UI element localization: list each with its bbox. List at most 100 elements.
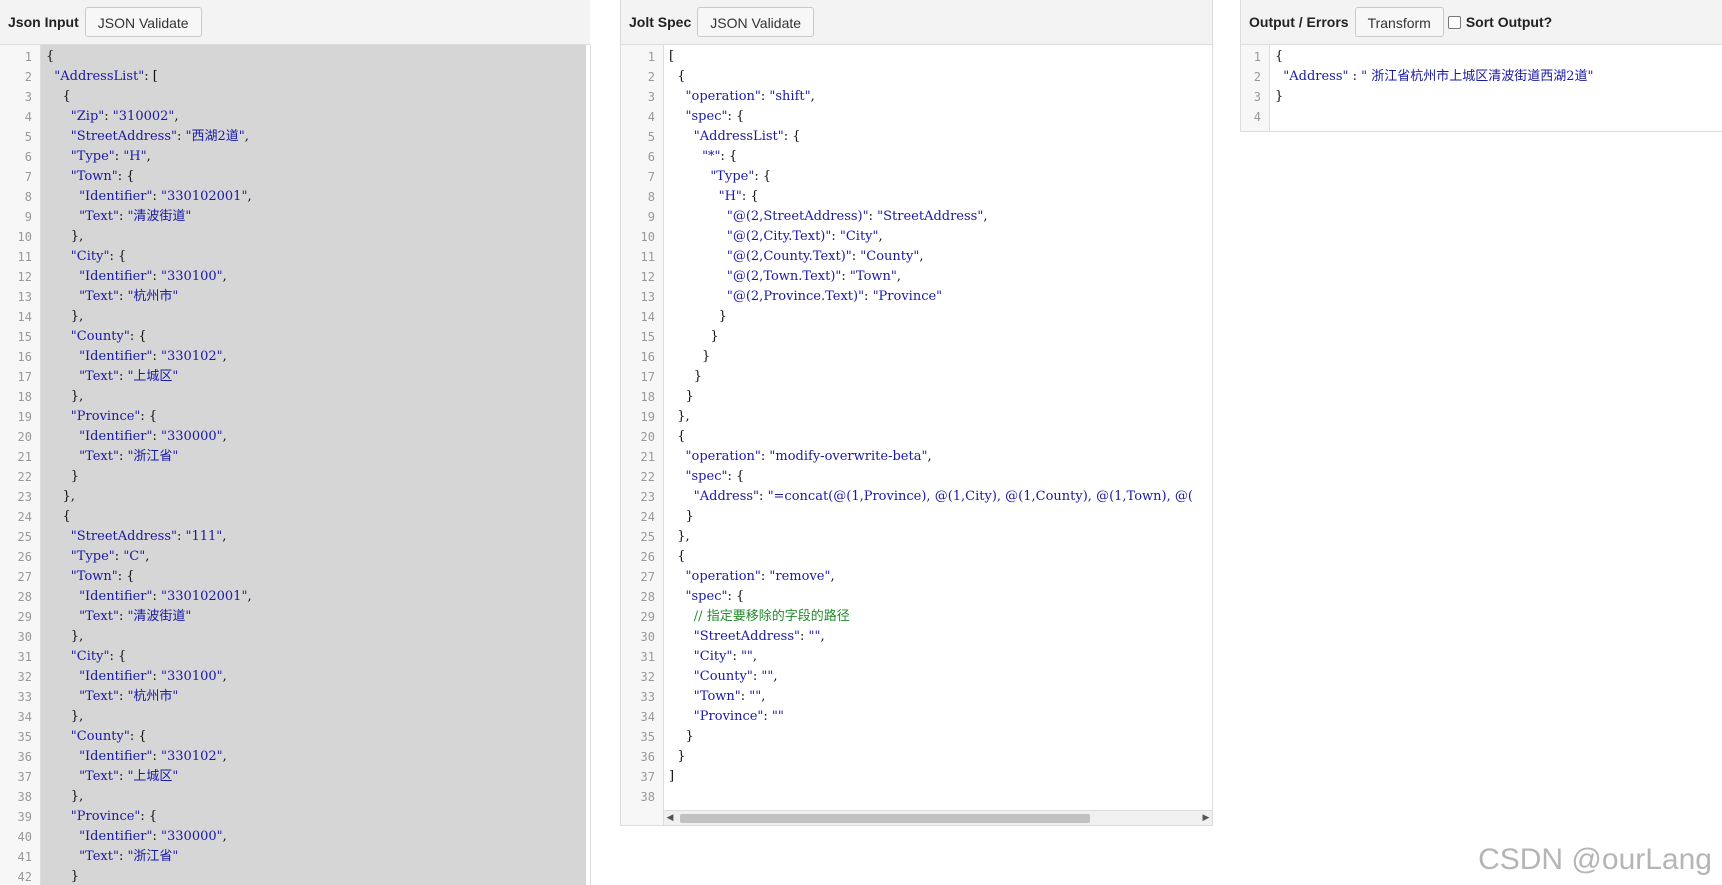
code-line: 42 } <box>0 867 590 885</box>
code-text: "Address": "=concat(@(1,Province), @(1,C… <box>693 489 1193 504</box>
code-text: "Town": "", <box>693 689 766 704</box>
code-line: 38 }, <box>0 787 590 807</box>
code-text: }, <box>669 529 690 544</box>
code-text: "Address" : " 浙江省杭州市上城区清波街道西湖2道" <box>1283 69 1594 84</box>
output-panel-header: Output / Errors Transform Sort Output? <box>1240 0 1722 45</box>
sort-output-checkbox[interactable] <box>1447 15 1461 29</box>
code-text: { <box>46 49 55 64</box>
code-line: 31 "City": { <box>0 647 590 667</box>
scroll-left-arrow-icon[interactable]: ◀ <box>664 811 676 825</box>
code-text: } <box>669 509 694 524</box>
line-number: 14 <box>17 310 32 324</box>
code-text: "Identifier": "330000", <box>79 429 227 444</box>
code-line: 35 } <box>621 727 1212 747</box>
line-number: 2 <box>24 70 32 84</box>
line-number: 20 <box>17 430 32 444</box>
code-text: "Identifier": "330100", <box>79 669 227 684</box>
line-number: 7 <box>24 170 32 184</box>
code-text: }, <box>46 309 84 324</box>
code-text: "County": "", <box>693 669 778 684</box>
code-text: "@(2,StreetAddress)": "StreetAddress", <box>726 209 988 224</box>
spec-panel-title: Jolt Spec <box>629 14 692 30</box>
spec-horizontal-scrollbar[interactable]: ◀ ▶ <box>664 810 1212 825</box>
code-line: 9 "@(2,StreetAddress)": "StreetAddress", <box>621 207 1212 227</box>
scrollbar-thumb[interactable] <box>680 814 1090 823</box>
code-line: 37 "Text": "上城区" <box>0 767 590 787</box>
code-text: "operation": "remove", <box>685 569 835 584</box>
code-text: "City": { <box>70 249 127 264</box>
code-line: 23 }, <box>0 487 590 507</box>
code-line: 27 "Town": { <box>0 567 590 587</box>
line-number: 29 <box>17 610 32 624</box>
line-number: 37 <box>17 770 32 784</box>
code-line: 19 "Province": { <box>0 407 590 427</box>
code-text: } <box>46 869 80 884</box>
line-number: 28 <box>640 590 655 604</box>
code-text: "City": "", <box>693 649 758 664</box>
code-text: } <box>669 309 727 324</box>
code-line: 2 "AddressList": [ <box>0 67 590 87</box>
line-number: 32 <box>17 670 32 684</box>
code-line: 25 }, <box>621 527 1212 547</box>
line-number: 4 <box>647 110 655 124</box>
code-text: "Text": "上城区" <box>79 769 179 784</box>
code-line: 13 "@(2,Province.Text)": "Province" <box>621 287 1212 307</box>
transform-button[interactable]: Transform <box>1354 7 1444 37</box>
line-number: 39 <box>17 810 32 824</box>
input-json-validate-button[interactable]: JSON Validate <box>84 7 202 37</box>
code-text: "StreetAddress": "111", <box>70 529 227 544</box>
spec-json-validate-button[interactable]: JSON Validate <box>697 7 815 37</box>
code-line: 6 "Type": "H", <box>0 147 590 167</box>
line-number: 11 <box>640 250 655 264</box>
code-line: 7 "Town": { <box>0 167 590 187</box>
code-text: "Type": "C", <box>70 549 150 564</box>
sort-output-option[interactable]: Sort Output? <box>1447 14 1552 30</box>
json-input-editor[interactable]: 1{2 "AddressList": [3 {4 "Zip": "310002"… <box>0 45 591 885</box>
line-number: 30 <box>640 630 655 644</box>
scroll-right-arrow-icon[interactable]: ▶ <box>1200 811 1212 825</box>
code-line: 20 { <box>621 427 1212 447</box>
code-line: 4 <box>1241 107 1722 127</box>
line-number: 25 <box>17 530 32 544</box>
line-number: 40 <box>17 830 32 844</box>
code-text: "Text": "杭州市" <box>79 689 179 704</box>
code-text: "Text": "浙江省" <box>79 849 179 864</box>
code-text: { <box>669 549 686 564</box>
jolt-spec-editor[interactable]: 1[2 {3 "operation": "shift", 4 "spec": {5… <box>620 45 1213 826</box>
code-line: 29 // 指定要移除的字段的路径 <box>621 607 1212 627</box>
code-line: 3 { <box>0 87 590 107</box>
code-text: "@(2,County.Text)": "County", <box>726 249 924 264</box>
code-line: 39 "Province": { <box>0 807 590 827</box>
code-text: }, <box>46 389 84 404</box>
line-number: 16 <box>17 350 32 364</box>
code-line: 17 "Text": "上城区" <box>0 367 590 387</box>
code-text: [ <box>669 49 675 64</box>
code-text: "AddressList": [ <box>54 69 158 84</box>
line-number: 17 <box>640 370 655 384</box>
line-number: 38 <box>640 790 655 804</box>
line-number: 34 <box>17 710 32 724</box>
line-number: 23 <box>640 490 655 504</box>
line-number: 19 <box>640 410 655 424</box>
code-text: { <box>46 509 71 524</box>
line-number: 5 <box>24 130 32 144</box>
code-line: 12 "@(2,Town.Text)": "Town", <box>621 267 1212 287</box>
line-number: 41 <box>17 850 32 864</box>
code-line: 27 "operation": "remove", <box>621 567 1212 587</box>
code-text: "Identifier": "330102001", <box>79 589 252 604</box>
line-number: 21 <box>640 450 655 464</box>
code-text: } <box>46 469 80 484</box>
watermark: CSDN @ourLang <box>1478 843 1712 876</box>
code-line: 25 "StreetAddress": "111", <box>0 527 590 547</box>
code-line: 30 "StreetAddress": "", <box>621 627 1212 647</box>
code-line: 1[ <box>621 47 1212 67</box>
code-line: 7 "Type": { <box>621 167 1212 187</box>
code-line: 26 { <box>621 547 1212 567</box>
line-number: 27 <box>17 570 32 584</box>
code-text: "Identifier": "330102001", <box>79 189 252 204</box>
line-number: 5 <box>647 130 655 144</box>
line-number: 19 <box>17 410 32 424</box>
code-line: 16 } <box>621 347 1212 367</box>
code-line: 33 "Town": "", <box>621 687 1212 707</box>
code-text: "Identifier": "330102", <box>79 349 227 364</box>
